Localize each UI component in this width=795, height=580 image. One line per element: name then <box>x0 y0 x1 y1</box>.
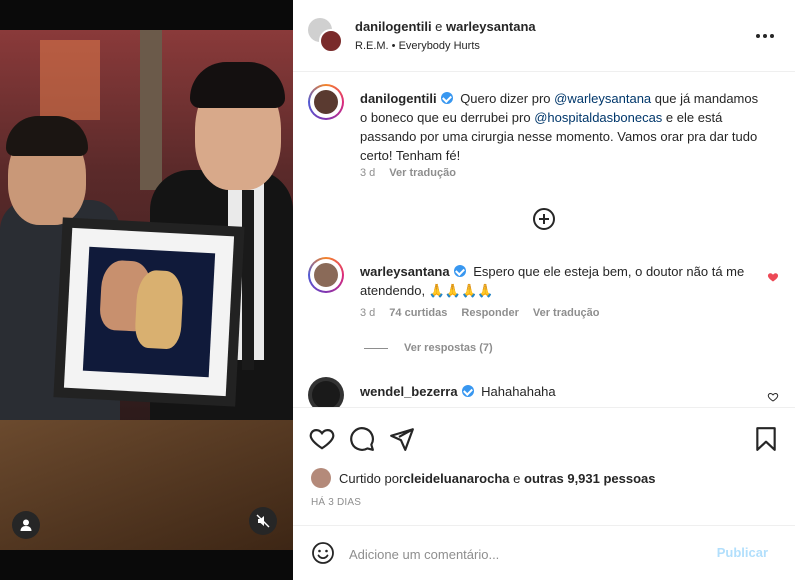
avatar-photo <box>312 381 340 407</box>
person-right-hair <box>190 62 285 108</box>
like-comment-heart-icon[interactable] <box>767 391 779 403</box>
comment-username[interactable]: warleysantana <box>360 264 450 279</box>
avatar-photo <box>314 90 338 114</box>
avatar-photo <box>314 263 338 287</box>
see-translation-button[interactable]: Ver tradução <box>389 167 456 179</box>
more-icon-dot <box>763 34 767 38</box>
liker-username[interactable]: cleideluanarocha <box>403 471 509 486</box>
see-translation-button[interactable]: Ver tradução <box>533 307 600 319</box>
user-tag-icon <box>20 519 32 531</box>
comment-text: wendel_bezerra Hahahahaha <box>360 382 760 401</box>
comment-body: Hahahahaha <box>481 384 556 399</box>
verified-badge-icon <box>440 92 453 104</box>
liked-heart-icon[interactable] <box>767 271 779 283</box>
likes-summary: Curtido por cleideluanarocha e outras 9,… <box>311 467 781 489</box>
comment-username[interactable]: danilogentili <box>360 91 437 106</box>
share-icon[interactable] <box>389 426 415 452</box>
comment-icon[interactable] <box>349 426 375 452</box>
comment-meta: 3 d Ver tradução <box>360 167 456 179</box>
likes-others[interactable]: outras 9,931 pessoas <box>524 471 656 486</box>
header-user-b[interactable]: warleysantana <box>446 19 536 34</box>
post-actions <box>293 407 795 467</box>
comment-likes[interactable]: 74 curtidas <box>389 307 447 319</box>
comments-list[interactable]: danilogentili Quero dizer pro @warleysan… <box>293 72 795 407</box>
emoji-icon[interactable] <box>311 541 335 565</box>
more-icon-dot <box>770 34 774 38</box>
post-date[interactable]: HÁ 3 DIAS <box>311 497 361 508</box>
add-comment-bar: Publicar <box>293 525 795 580</box>
media-bottom-edge <box>0 550 293 580</box>
post-header: danilogentili e warleysantana R.E.M. • E… <box>293 0 795 72</box>
person-right-tie <box>242 190 254 370</box>
post-details-panel: danilogentili e warleysantana R.E.M. • E… <box>293 0 795 580</box>
comment-username[interactable]: wendel_bezerra <box>360 384 458 399</box>
audio-track[interactable]: R.E.M. • Everybody Hurts <box>355 40 480 52</box>
reply-button[interactable]: Responder <box>461 307 518 319</box>
header-user-a[interactable]: danilogentili <box>355 19 432 34</box>
backdrop-window <box>40 40 100 120</box>
comment-time[interactable]: 3 d <box>360 167 375 179</box>
comment-meta: 3 d 74 curtidas Responder Ver tradução <box>360 307 600 319</box>
wooden-table <box>0 420 293 550</box>
comment-time[interactable]: 3 d <box>360 307 375 319</box>
mute-button[interactable] <box>249 507 277 535</box>
verified-badge-icon <box>461 385 474 397</box>
comment-avatar[interactable] <box>308 377 344 407</box>
painting-mat <box>63 227 235 397</box>
view-replies-button[interactable]: Ver respostas (7) <box>364 342 493 354</box>
header-conj: e <box>431 19 447 34</box>
more-icon <box>756 34 760 38</box>
heart-icon[interactable] <box>309 426 335 452</box>
media-top-edge <box>0 0 293 30</box>
bookmark-icon[interactable] <box>753 426 779 452</box>
backdrop-pillar <box>140 30 162 190</box>
painting-art <box>82 246 216 378</box>
person-left-hair <box>6 116 88 156</box>
publish-button[interactable]: Publicar <box>717 545 768 560</box>
post-media[interactable] <box>0 0 293 580</box>
instagram-post-modal: danilogentili e warleysantana R.E.M. • E… <box>0 0 795 580</box>
comment-text: danilogentili Quero dizer pro @warleysan… <box>360 89 760 165</box>
liker-avatar[interactable] <box>311 468 331 488</box>
avatar-warleysantana[interactable] <box>319 29 343 53</box>
painting-figure-doll <box>134 269 185 350</box>
comment-avatar[interactable] <box>308 84 344 120</box>
more-options-button[interactable] <box>755 26 775 46</box>
likes-prefix: Curtido por <box>339 470 404 486</box>
framed-painting <box>53 217 245 407</box>
comment-text: warleysantana Espero que ele esteja bem,… <box>360 262 760 300</box>
replies-line <box>364 347 388 349</box>
user-tag-button[interactable] <box>12 511 40 539</box>
view-replies-label: Ver respostas (7) <box>404 342 493 354</box>
comment-text-part: Quero dizer pro <box>460 91 555 106</box>
mute-icon <box>256 514 270 528</box>
add-comment-input[interactable] <box>349 544 689 564</box>
comment-avatar[interactable] <box>308 257 344 293</box>
header-users: danilogentili e warleysantana <box>355 19 536 34</box>
likes-mid: e <box>509 470 524 486</box>
mention-link[interactable]: @warleysantana <box>554 91 651 106</box>
verified-badge-icon <box>453 265 466 277</box>
load-more-comments-button[interactable] <box>533 208 555 230</box>
mention-link[interactable]: @hospitaldasbonecas <box>534 110 662 125</box>
